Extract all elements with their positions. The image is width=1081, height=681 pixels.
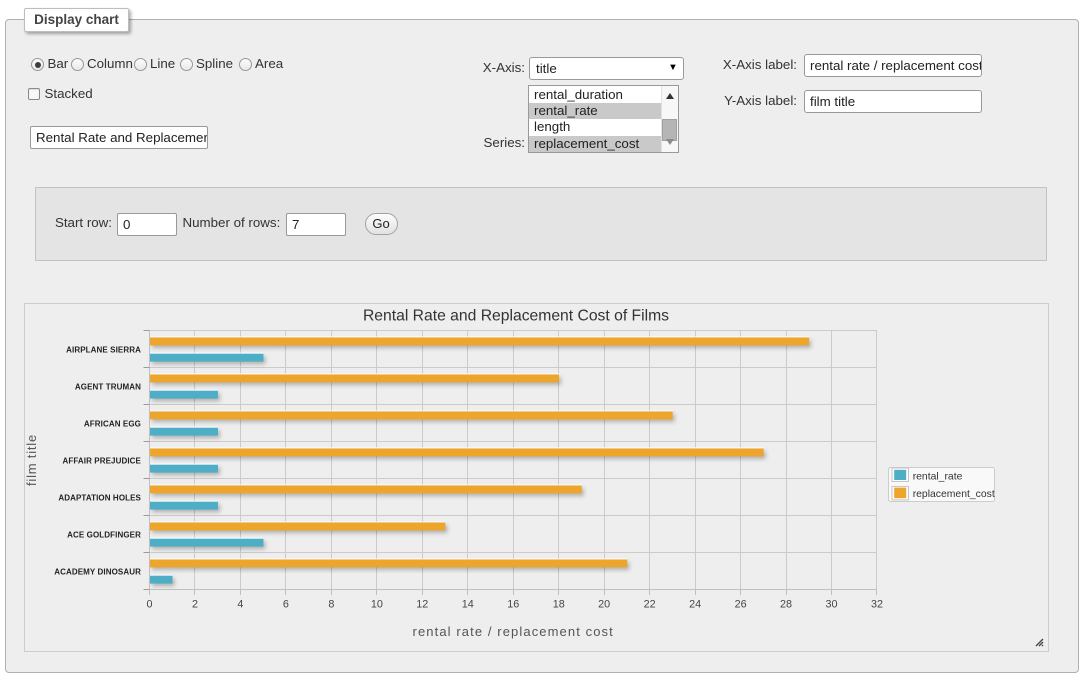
svg-text:18: 18	[553, 599, 565, 611]
svg-text:AFRICAN EGG: AFRICAN EGG	[84, 420, 141, 429]
svg-text:12: 12	[416, 599, 428, 611]
svg-text:2: 2	[192, 599, 198, 611]
svg-text:26: 26	[735, 599, 747, 611]
svg-text:Rental Rate and Replacement Co: Rental Rate and Replacement Cost of Film…	[363, 308, 669, 325]
svg-text:ADAPTATION HOLES: ADAPTATION HOLES	[58, 494, 141, 503]
svg-text:AIRPLANE SIERRA: AIRPLANE SIERRA	[66, 346, 141, 355]
svg-text:30: 30	[826, 599, 838, 611]
svg-text:film title: film title	[25, 434, 39, 486]
svg-text:10: 10	[371, 599, 383, 611]
svg-text:AGENT TRUMAN: AGENT TRUMAN	[75, 383, 141, 392]
svg-text:4: 4	[237, 599, 243, 611]
svg-text:14: 14	[462, 599, 474, 611]
svg-text:16: 16	[507, 599, 519, 611]
svg-text:8: 8	[328, 599, 334, 611]
svg-text:AFFAIR PREJUDICE: AFFAIR PREJUDICE	[63, 457, 142, 466]
svg-text:rental_rate: rental_rate	[913, 471, 963, 482]
svg-text:0: 0	[146, 599, 152, 611]
svg-text:rental rate / replacement cost: rental rate / replacement cost	[413, 624, 614, 639]
svg-text:ACADEMY DINOSAUR: ACADEMY DINOSAUR	[54, 568, 141, 577]
svg-text:32: 32	[871, 599, 883, 611]
svg-text:28: 28	[780, 599, 792, 611]
svg-text:24: 24	[689, 599, 701, 611]
svg-text:replacement_cost: replacement_cost	[913, 489, 995, 500]
svg-text:ACE GOLDFINGER: ACE GOLDFINGER	[67, 531, 141, 540]
svg-text:20: 20	[598, 599, 610, 611]
svg-text:22: 22	[644, 599, 656, 611]
svg-text:6: 6	[283, 599, 289, 611]
